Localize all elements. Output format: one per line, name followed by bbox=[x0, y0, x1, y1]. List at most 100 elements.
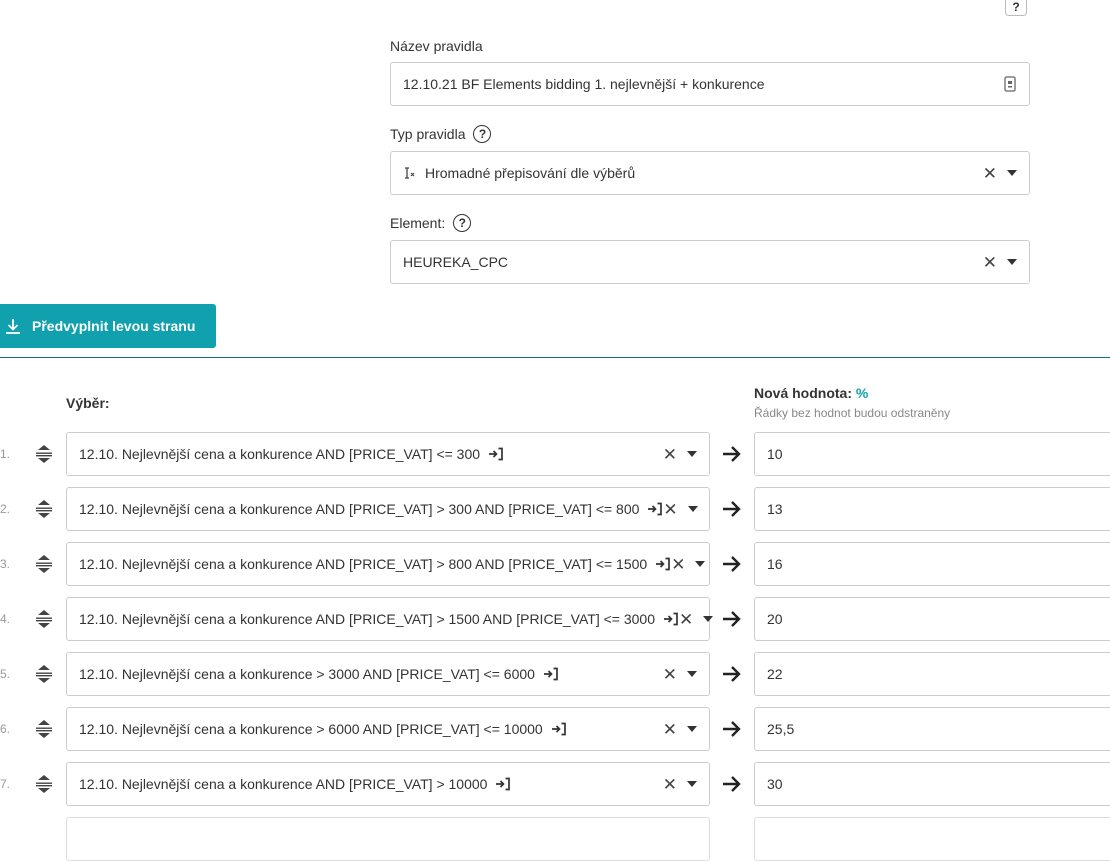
drag-handle-icon[interactable] bbox=[35, 609, 53, 629]
arrow-right-icon bbox=[723, 721, 741, 737]
selection-value: 12.10. Nejlevnější cena a konkurence AND… bbox=[79, 501, 640, 517]
new-value-input[interactable]: 16 bbox=[754, 542, 1110, 586]
selection-value: 12.10. Nejlevnější cena a konkurence AND… bbox=[79, 776, 488, 792]
chevron-down-icon[interactable] bbox=[687, 671, 697, 677]
section-divider bbox=[0, 357, 1110, 358]
value-note: Řádky bez hodnot budou odstraněny bbox=[754, 406, 951, 420]
clear-icon[interactable]: ✕ bbox=[663, 446, 677, 463]
selection-value: 12.10. Nejlevnější cena a konkurence AND… bbox=[79, 556, 648, 572]
arrow-right-icon bbox=[723, 556, 741, 572]
new-value: 25,5 bbox=[767, 721, 795, 737]
new-value-input[interactable]: 30 bbox=[754, 762, 1110, 806]
open-selection-icon[interactable] bbox=[488, 447, 504, 461]
rule-name-label: Název pravidla bbox=[390, 38, 483, 54]
row-number: 3. bbox=[0, 557, 11, 571]
mapping-row: 1. 12.10. Nejlevnější cena a konkurence … bbox=[0, 432, 1110, 476]
open-selection-icon[interactable] bbox=[551, 722, 567, 736]
new-value-input[interactable]: 25,5 bbox=[754, 707, 1110, 751]
help-circle-icon[interactable]: ? bbox=[473, 125, 492, 143]
arrow-right-icon bbox=[723, 501, 741, 517]
mapping-row: 2. 12.10. Nejlevnější cena a konkurence … bbox=[0, 487, 1110, 531]
help-circle-icon[interactable]: ? bbox=[453, 214, 472, 232]
selection-select[interactable]: 12.10. Nejlevnější cena a konkurence > 6… bbox=[66, 707, 710, 751]
rule-type-select[interactable]: Hromadné přepisování dle výběrů ✕ bbox=[390, 151, 1030, 195]
row-number: 2. bbox=[0, 502, 11, 516]
open-selection-icon[interactable] bbox=[495, 777, 511, 791]
clear-icon[interactable]: ✕ bbox=[663, 721, 677, 738]
selection-select[interactable]: 12.10. Nejlevnější cena a konkurence AND… bbox=[66, 432, 710, 476]
text-cursor-clear-icon bbox=[405, 167, 415, 179]
chevron-down-icon[interactable] bbox=[687, 726, 697, 732]
mapping-row: 5. 12.10. Nejlevnější cena a konkurence … bbox=[0, 652, 1110, 696]
clear-icon[interactable]: ✕ bbox=[983, 254, 997, 271]
selection-value: 12.10. Nejlevnější cena a konkurence AND… bbox=[79, 611, 655, 627]
clear-icon[interactable]: ✕ bbox=[663, 776, 677, 793]
selection-select[interactable]: 12.10. Nejlevnější cena a konkurence AND… bbox=[66, 597, 714, 641]
row-number: 7. bbox=[0, 777, 11, 791]
row-number: 5. bbox=[0, 667, 11, 681]
open-selection-icon[interactable] bbox=[655, 557, 671, 571]
open-selection-icon[interactable] bbox=[543, 667, 559, 681]
new-value-input[interactable] bbox=[754, 817, 1110, 861]
new-value-input[interactable]: 22 bbox=[754, 652, 1110, 696]
new-value: 10 bbox=[767, 446, 783, 462]
open-selection-icon[interactable] bbox=[647, 502, 663, 516]
selection-select[interactable] bbox=[66, 817, 710, 861]
drag-handle-icon[interactable] bbox=[35, 499, 53, 519]
new-value: 13 bbox=[767, 501, 783, 517]
selection-select[interactable]: 12.10. Nejlevnější cena a konkurence AND… bbox=[66, 542, 710, 586]
rule-name-value: 12.10.21 BF Elements bidding 1. nejlevně… bbox=[403, 76, 765, 92]
new-value: 22 bbox=[767, 666, 783, 682]
chevron-down-icon[interactable] bbox=[1007, 259, 1017, 265]
chevron-down-icon[interactable] bbox=[695, 561, 706, 567]
new-value: 20 bbox=[767, 611, 783, 627]
new-value: 16 bbox=[767, 556, 783, 572]
new-value-input[interactable]: 10 bbox=[754, 432, 1110, 476]
mapping-row: 4. 12.10. Nejlevnější cena a konkurence … bbox=[0, 597, 1110, 641]
prefill-left-button[interactable]: Předvyplnit levou stranu bbox=[0, 304, 216, 348]
row-number: 6. bbox=[0, 722, 11, 736]
selection-value: 12.10. Nejlevnější cena a konkurence AND… bbox=[79, 446, 481, 462]
value-unit: % bbox=[855, 385, 869, 401]
clear-icon[interactable]: ✕ bbox=[663, 501, 677, 518]
clear-icon[interactable]: ✕ bbox=[679, 611, 693, 628]
selection-select[interactable]: 12.10. Nejlevnější cena a konkurence > 3… bbox=[66, 652, 710, 696]
password-manager-icon[interactable] bbox=[1003, 76, 1017, 92]
row-number: 4. bbox=[0, 612, 11, 626]
element-value: HEUREKA_CPC bbox=[403, 254, 509, 270]
mapping-row: 6. 12.10. Nejlevnější cena a konkurence … bbox=[0, 707, 1110, 751]
clear-icon[interactable]: ✕ bbox=[983, 165, 997, 182]
clear-icon[interactable]: ✕ bbox=[671, 556, 685, 573]
chevron-down-icon[interactable] bbox=[1007, 170, 1017, 176]
clear-icon[interactable]: ✕ bbox=[663, 666, 677, 683]
rule-name-input[interactable]: 12.10.21 BF Elements bidding 1. nejlevně… bbox=[390, 62, 1030, 106]
chevron-down-icon[interactable] bbox=[687, 506, 698, 512]
drag-handle-icon[interactable] bbox=[35, 774, 53, 794]
help-button[interactable]: ? bbox=[1005, 0, 1027, 16]
mapping-row: 7. 12.10. Nejlevnější cena a konkurence … bbox=[0, 762, 1110, 806]
element-select[interactable]: HEUREKA_CPC ✕ bbox=[390, 240, 1030, 284]
empty-mapping-row bbox=[0, 817, 1110, 861]
rule-type-label: Typ pravidla ? bbox=[390, 125, 492, 143]
drag-handle-icon[interactable] bbox=[35, 444, 53, 464]
download-icon bbox=[6, 319, 20, 334]
new-value: 30 bbox=[767, 776, 783, 792]
selection-value: 12.10. Nejlevnější cena a konkurence > 3… bbox=[79, 666, 535, 682]
selection-header: Výběr: bbox=[66, 395, 110, 411]
chevron-down-icon[interactable] bbox=[687, 781, 697, 787]
new-value-input[interactable]: 13 bbox=[754, 487, 1110, 531]
chevron-down-icon[interactable] bbox=[703, 616, 714, 622]
selection-select[interactable]: 12.10. Nejlevnější cena a konkurence AND… bbox=[66, 762, 710, 806]
value-header: Nová hodnota: % bbox=[754, 385, 869, 401]
drag-handle-icon[interactable] bbox=[35, 664, 53, 684]
drag-handle-icon[interactable] bbox=[35, 554, 53, 574]
rule-type-value: Hromadné přepisování dle výběrů bbox=[425, 165, 636, 181]
drag-handle-icon[interactable] bbox=[35, 719, 53, 739]
arrow-right-icon bbox=[723, 776, 741, 792]
new-value-input[interactable]: 20 bbox=[754, 597, 1110, 641]
arrow-right-icon bbox=[723, 446, 741, 462]
element-label: Element: ? bbox=[390, 214, 472, 232]
chevron-down-icon[interactable] bbox=[687, 451, 697, 457]
open-selection-icon[interactable] bbox=[663, 612, 679, 626]
selection-select[interactable]: 12.10. Nejlevnější cena a konkurence AND… bbox=[66, 487, 710, 531]
